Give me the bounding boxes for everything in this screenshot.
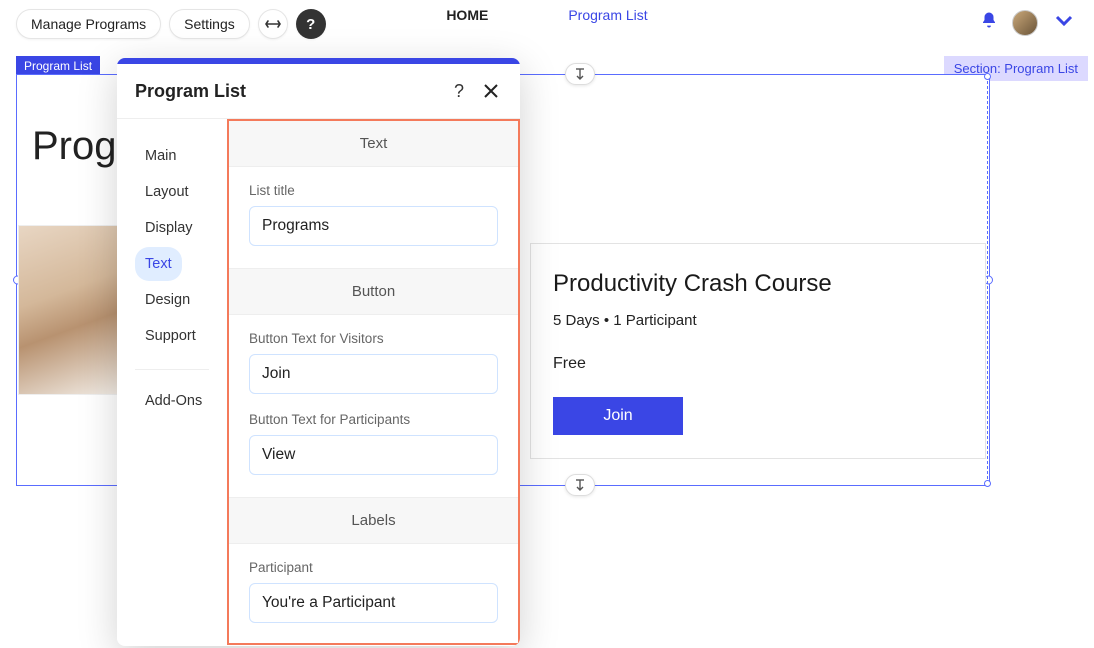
program-card: Productivity Crash Course 5 Days • 1 Par… <box>530 243 986 459</box>
participant-label: Participant <box>249 560 498 575</box>
sidebar-item-addons[interactable]: Add-Ons <box>135 384 212 418</box>
panel-sidebar: Main Layout Display Text Design Support … <box>117 119 227 645</box>
visitors-button-input[interactable] <box>249 354 498 394</box>
program-meta: 5 Days • 1 Participant <box>553 312 963 329</box>
panel-help-icon[interactable]: ? <box>448 80 470 102</box>
section-heading-text: Text <box>229 121 518 166</box>
settings-panel: Program List ? Main Layout Display Text … <box>117 58 520 646</box>
participants-button-input[interactable] <box>249 435 498 475</box>
panel-title: Program List <box>135 81 438 102</box>
page-nav: HOME Program List <box>406 0 687 30</box>
stretch-handle-bottom[interactable] <box>565 474 595 496</box>
topbar-right <box>980 8 1076 37</box>
expand-icon[interactable] <box>258 9 288 39</box>
topbar: Manage Programs Settings ? HOME Program … <box>0 0 1094 48</box>
panel-content: Text List title Button Button Text for V… <box>227 119 520 645</box>
panel-header: Program List ? <box>117 64 520 119</box>
sidebar-item-main[interactable]: Main <box>135 139 186 173</box>
program-thumbnail <box>18 225 118 395</box>
help-icon[interactable]: ? <box>296 9 326 39</box>
nav-home[interactable]: HOME <box>446 7 488 23</box>
manage-programs-button[interactable]: Manage Programs <box>16 9 161 39</box>
settings-button[interactable]: Settings <box>169 9 250 39</box>
stretch-handle-top[interactable] <box>565 63 595 85</box>
list-title-label: List title <box>249 183 498 198</box>
program-title: Productivity Crash Course <box>553 270 963 298</box>
sidebar-item-display[interactable]: Display <box>135 211 203 245</box>
participant-input[interactable] <box>249 583 498 623</box>
sidebar-item-text[interactable]: Text <box>135 247 182 281</box>
sidebar-item-layout[interactable]: Layout <box>135 175 199 209</box>
sidebar-item-design[interactable]: Design <box>135 283 200 317</box>
list-title-input[interactable] <box>249 206 498 246</box>
visitors-button-label: Button Text for Visitors <box>249 331 498 346</box>
chevron-down-icon[interactable] <box>1052 8 1076 37</box>
participants-button-label: Button Text for Participants <box>249 412 498 427</box>
join-button[interactable]: Join <box>553 397 683 435</box>
program-price: Free <box>553 355 963 373</box>
sidebar-item-support[interactable]: Support <box>135 319 206 353</box>
close-icon[interactable] <box>480 80 502 102</box>
section-divider <box>987 76 988 484</box>
avatar[interactable] <box>1012 10 1038 36</box>
section-heading-labels: Labels <box>229 498 518 543</box>
nav-program-list[interactable]: Program List <box>568 7 647 23</box>
section-heading-button: Button <box>229 269 518 314</box>
sidebar-divider <box>135 369 209 370</box>
notifications-icon[interactable] <box>980 11 998 34</box>
selection-tag: Program List <box>16 56 100 76</box>
